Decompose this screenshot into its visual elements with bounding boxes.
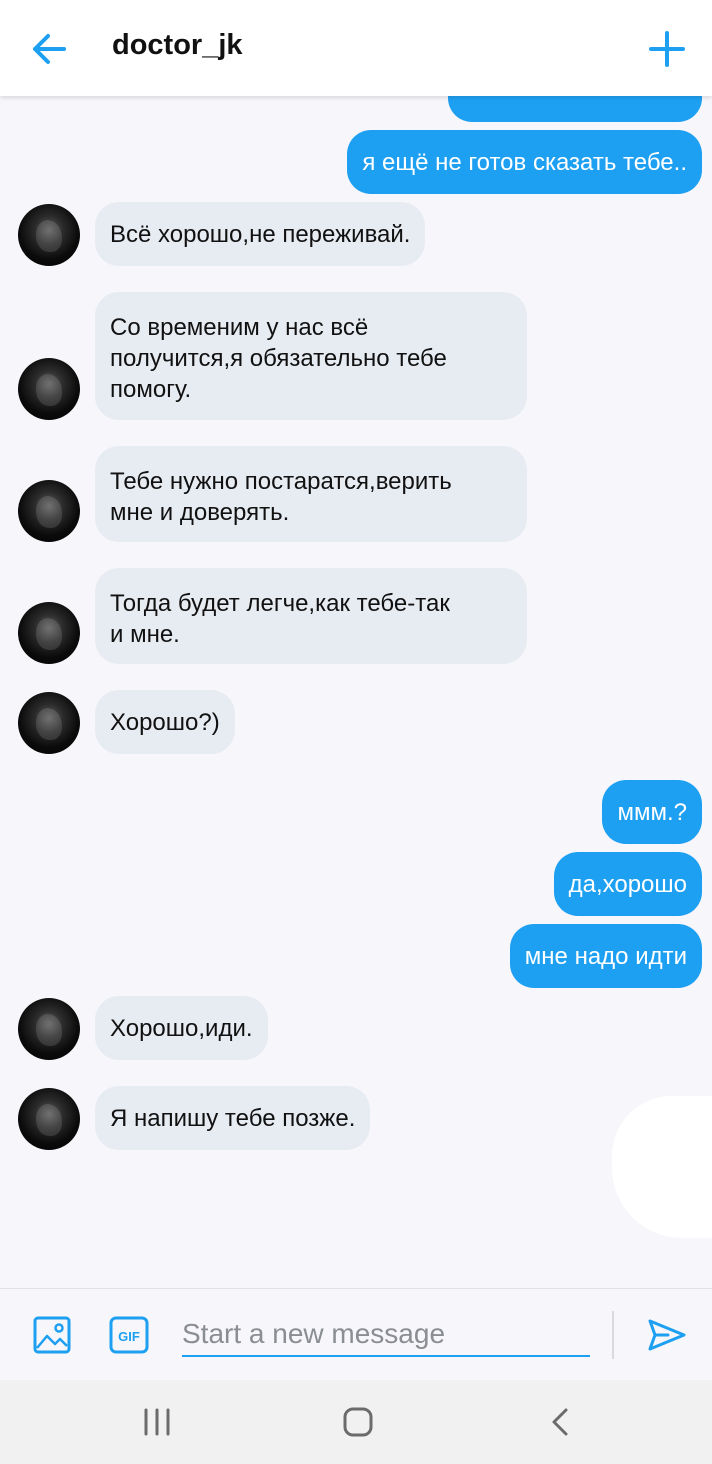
recent-apps-icon bbox=[144, 1408, 170, 1436]
message-line: получится,я обязательно тебе bbox=[110, 345, 447, 372]
back-chevron-icon bbox=[552, 1408, 568, 1436]
message-line: мне и доверять. bbox=[110, 499, 290, 526]
message-list[interactable]: я ещё не готов сказать тебе.. Всё хорошо… bbox=[0, 96, 712, 1288]
message-bubble-incoming[interactable]: Хорошо,иди. bbox=[95, 996, 268, 1060]
avatar[interactable] bbox=[18, 998, 80, 1060]
avatar[interactable] bbox=[18, 358, 80, 420]
message-text: Я напишу тебе позже. bbox=[110, 1104, 356, 1132]
contact-name[interactable]: doctor_jk bbox=[112, 29, 243, 62]
send-button[interactable] bbox=[644, 1313, 688, 1357]
message-text: мне надо идти bbox=[524, 942, 687, 970]
message-text: я ещё не готов сказать тебе.. bbox=[362, 148, 687, 176]
send-icon bbox=[648, 1319, 686, 1351]
avatar[interactable] bbox=[18, 692, 80, 754]
add-image-button[interactable] bbox=[32, 1315, 72, 1355]
home-button[interactable] bbox=[338, 1402, 378, 1442]
arrow-left-icon bbox=[33, 34, 66, 64]
image-icon bbox=[33, 1316, 71, 1354]
avatar[interactable] bbox=[18, 204, 80, 266]
message-bubble-incoming[interactable]: Хорошо?) bbox=[95, 690, 235, 754]
avatar[interactable] bbox=[18, 1088, 80, 1150]
message-bubble-incoming[interactable]: Со временим у нас всё получится,я обязат… bbox=[95, 292, 527, 420]
message-bubble-outgoing[interactable]: да,хорошо bbox=[553, 852, 702, 916]
chat-header: doctor_jk bbox=[0, 0, 712, 96]
message-text: Хорошо,иди. bbox=[110, 1014, 253, 1042]
system-back-button[interactable] bbox=[544, 1402, 578, 1442]
home-icon bbox=[343, 1407, 373, 1437]
message-text: ммм.? bbox=[617, 798, 687, 826]
message-bubble-outgoing[interactable]: мне надо идти bbox=[509, 924, 702, 988]
message-line: Тебе нужно постаратся,верить bbox=[110, 468, 452, 495]
overlay-smudge bbox=[612, 1096, 712, 1238]
message-bubble-incoming[interactable]: Тебе нужно постаратся,верить мне и довер… bbox=[95, 446, 527, 542]
message-bubble-outgoing[interactable]: я ещё не готов сказать тебе.. bbox=[347, 130, 702, 194]
gif-icon: GIF bbox=[109, 1316, 149, 1354]
message-bubble-partial bbox=[448, 96, 702, 122]
message-bubble-incoming[interactable]: Тогда будет легче,как тебе-так и мне. bbox=[95, 568, 527, 664]
back-button[interactable] bbox=[26, 26, 72, 72]
system-navigation-bar bbox=[0, 1380, 712, 1464]
message-line: помогу. bbox=[110, 376, 192, 403]
message-input[interactable] bbox=[182, 1313, 590, 1357]
message-text: да,хорошо bbox=[568, 870, 687, 898]
message-bubble-incoming[interactable]: Я напишу тебе позже. bbox=[95, 1086, 371, 1150]
add-gif-button[interactable]: GIF bbox=[109, 1316, 149, 1354]
plus-icon bbox=[649, 31, 685, 67]
message-line: Тогда будет легче,как тебе-так bbox=[110, 590, 450, 617]
add-button[interactable] bbox=[644, 26, 690, 72]
message-line: Со временим у нас всё bbox=[110, 314, 369, 341]
composer-divider bbox=[612, 1311, 614, 1359]
message-text: Хорошо?) bbox=[110, 708, 220, 736]
message-bubble-incoming[interactable]: Всё хорошо,не переживай. bbox=[95, 202, 426, 266]
message-line: и мне. bbox=[110, 621, 180, 648]
message-bubble-outgoing[interactable]: ммм.? bbox=[602, 780, 702, 844]
recent-apps-button[interactable] bbox=[140, 1402, 174, 1442]
message-composer: GIF bbox=[0, 1288, 712, 1381]
gif-label: GIF bbox=[118, 1329, 140, 1344]
message-text: Всё хорошо,не переживай. bbox=[110, 220, 411, 248]
avatar[interactable] bbox=[18, 480, 80, 542]
avatar[interactable] bbox=[18, 602, 80, 664]
